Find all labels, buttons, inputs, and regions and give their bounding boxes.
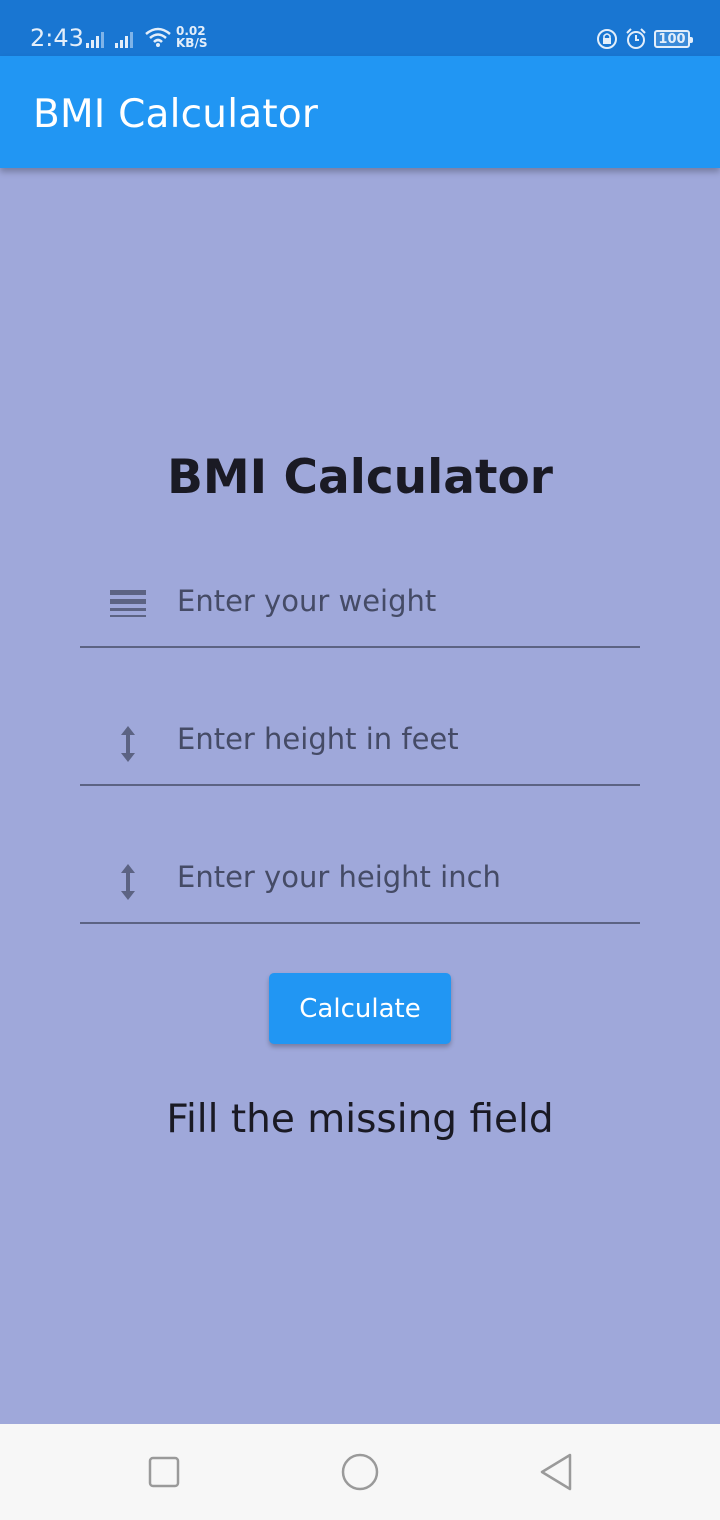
home-icon[interactable] xyxy=(336,1448,384,1496)
height-feet-input[interactable]: Enter height in feet xyxy=(80,702,640,786)
screen: 2:43 0.02 KB/S 100 BMI Calculator BMI Ca… xyxy=(0,0,720,1520)
net-speed: 0.02 KB/S xyxy=(176,25,207,49)
status-right-icons: 100 xyxy=(596,27,693,51)
alarm-icon xyxy=(626,28,646,49)
page-title: BMI Calculator xyxy=(167,450,553,505)
net-speed-unit: KB/S xyxy=(176,36,208,50)
app-bar-title: BMI Calculator xyxy=(33,92,319,137)
nav-bar xyxy=(0,1424,720,1520)
battery-level: 100 xyxy=(658,31,686,47)
status-time: 2:43 xyxy=(30,24,84,52)
signal-icon xyxy=(115,32,133,48)
calculate-button[interactable]: Calculate xyxy=(269,973,451,1044)
weight-lines-icon xyxy=(110,590,146,617)
recent-apps-icon[interactable] xyxy=(140,1448,188,1496)
weight-placeholder: Enter your weight xyxy=(177,584,437,618)
status-bar: 2:43 0.02 KB/S 100 xyxy=(0,0,720,56)
weight-input[interactable]: Enter your weight xyxy=(80,564,640,648)
height-feet-placeholder: Enter height in feet xyxy=(177,722,459,756)
height-inch-input[interactable]: Enter your height inch xyxy=(80,840,640,924)
app-bar: BMI Calculator xyxy=(0,56,720,168)
lock-rotation-icon xyxy=(597,29,617,49)
height-arrow-icon xyxy=(121,726,135,762)
height-arrow-icon xyxy=(121,864,135,900)
result-message: Fill the missing field xyxy=(166,1097,554,1142)
battery-icon: 100 xyxy=(654,30,693,48)
back-icon[interactable] xyxy=(532,1448,580,1496)
wifi-icon xyxy=(145,27,171,47)
signal-icon xyxy=(86,32,104,48)
height-inch-placeholder: Enter your height inch xyxy=(177,860,501,894)
